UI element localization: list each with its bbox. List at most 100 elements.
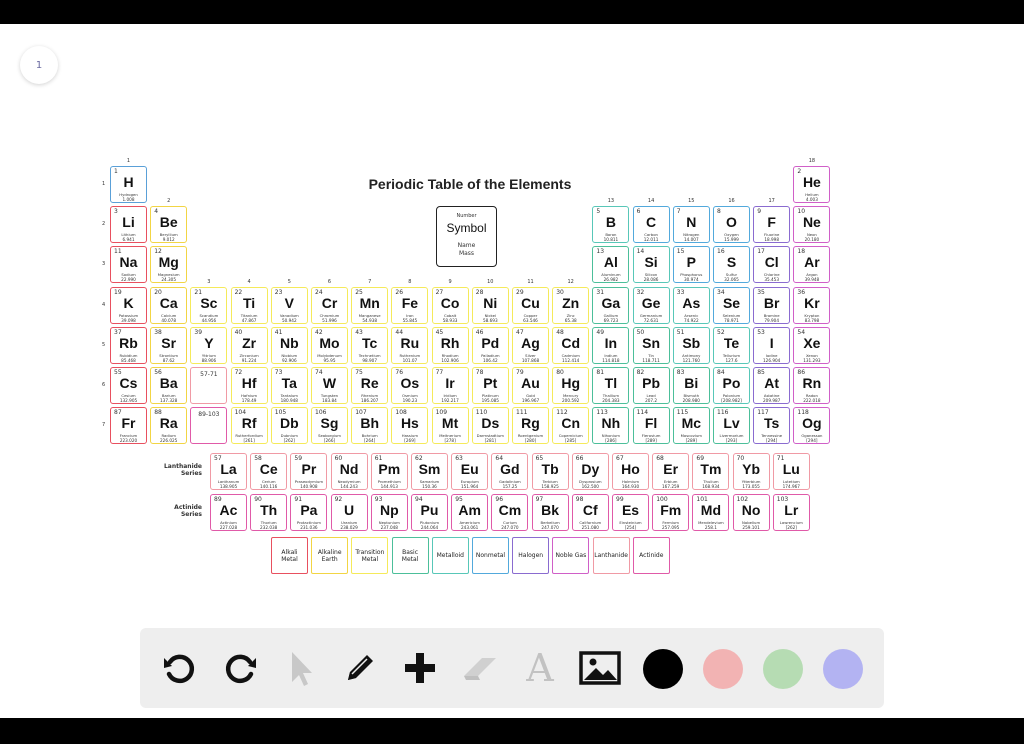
element-cell-ho[interactable]: 67 Ho Holmium 164.930 (612, 453, 649, 490)
element-cell-ag[interactable]: 47 Ag Silver 107.868 (512, 326, 549, 364)
element-cell-cm[interactable]: 96 Cm Curium 247.070 (491, 494, 529, 531)
element-cell-in[interactable]: 49 In Indium 114.818 (592, 326, 630, 364)
element-cell-sg[interactable]: 106 Sg Seaborgium [266] (311, 407, 348, 445)
element-cell-mt[interactable]: 109 Mt Meitnerium [278] (431, 407, 469, 445)
element-cell-es[interactable]: 99 Es Einsteinium [254] (612, 494, 649, 531)
element-cell-c[interactable]: 6 C Carbon 12.011 (632, 206, 670, 244)
element-cell-ca[interactable]: 20 Ca Calcium 40.078 (150, 286, 188, 324)
element-cell-yb[interactable]: 70 Yb Ytterbium 173.055 (732, 453, 770, 490)
element-cell-ne[interactable]: 10 Ne Neon 20.180 (793, 206, 831, 244)
element-cell-th[interactable]: 90 Th Thorium 232.038 (250, 494, 288, 531)
select-button[interactable] (276, 644, 324, 692)
element-cell-v[interactable]: 23 V Vanadium 50.942 (270, 286, 308, 324)
element-cell-ce[interactable]: 58 Ce Cerium 140.116 (250, 453, 288, 490)
element-cell-h[interactable]: 1 H Hydrogen 1.008 (110, 166, 147, 203)
element-cell-hg[interactable]: 80 Hg Mercury 200.592 (552, 367, 590, 404)
element-cell-sm[interactable]: 62 Sm Samarium 150.36 (411, 453, 448, 490)
element-cell-db[interactable]: 105 Db Dubnium [262] (270, 407, 308, 445)
element-cell-ga[interactable]: 31 Ga Gallium 69.723 (592, 286, 630, 324)
element-cell-ba[interactable]: 56 Ba Barium 137.328 (150, 367, 188, 404)
element-cell-fe[interactable]: 26 Fe Iron 55.845 (391, 286, 429, 324)
element-cell-pr[interactable]: 59 Pr Praseodymium 140.908 (290, 453, 328, 490)
element-cell-rn[interactable]: 86 Rn Radon 222.018 (793, 367, 831, 404)
element-cell-ru[interactable]: 44 Ru Ruthenium 101.07 (391, 326, 429, 364)
element-cell-rg[interactable]: 111 Rg Roentgenium [280] (512, 407, 549, 445)
element-cell-og[interactable]: 118 Og Oganesson [294] (793, 407, 831, 445)
element-cell-sr[interactable]: 38 Sr Strontium 87.62 (150, 326, 188, 364)
element-cell-w[interactable]: 74 W Tungsten 183.84 (311, 367, 348, 404)
color-blue-swatch[interactable] (823, 649, 863, 689)
element-cell-sn[interactable]: 50 Sn Tin 118.711 (632, 326, 670, 364)
element-cell-si[interactable]: 14 Si Silicon 28.086 (632, 246, 670, 284)
element-cell-zr[interactable]: 40 Zr Zirconium 91.224 (230, 326, 268, 364)
element-cell-lr[interactable]: 103 Lr Lawrencium [262] (772, 494, 810, 531)
color-green-swatch[interactable] (763, 649, 803, 689)
element-cell-cn[interactable]: 112 Cn Copernicium [285] (552, 407, 590, 445)
element-cell-mn[interactable]: 25 Mn Manganese 54.938 (351, 286, 389, 324)
eraser-button[interactable] (456, 644, 504, 692)
element-cell-cr[interactable]: 24 Cr Chromium 51.996 (311, 286, 348, 324)
element-cell-ge[interactable]: 32 Ge Germanium 72.631 (632, 286, 670, 324)
element-cell-gd[interactable]: 64 Gd Gadolinium 157.25 (491, 453, 529, 490)
element-cell-i[interactable]: 53 I Iodine 126.904 (753, 326, 791, 364)
element-cell-kr[interactable]: 36 Kr Krypton 83.798 (793, 286, 831, 324)
element-cell-s[interactable]: 16 S Sulfur 32.065 (713, 246, 750, 284)
element-cell-pd[interactable]: 46 Pd Palladium 106.42 (471, 326, 509, 364)
element-cell-mg[interactable]: 12 Mg Magnesium 24.305 (150, 246, 188, 284)
element-cell-fr[interactable]: 87 Fr Francium 223.020 (110, 407, 147, 445)
element-cell-be[interactable]: 4 Be Beryllium 9.012 (150, 206, 188, 244)
element-cell-ac[interactable]: 89 Ac Actinium 227.028 (210, 494, 247, 531)
element-cell-na[interactable]: 11 Na Sodium 22.990 (110, 246, 147, 284)
color-red-swatch[interactable] (703, 649, 743, 689)
element-cell-am[interactable]: 95 Am Americium 243.061 (451, 494, 489, 531)
element-cell-nd[interactable]: 60 Nd Neodymium 144.243 (330, 453, 368, 490)
element-cell-at[interactable]: 85 At Astatine 209.987 (753, 367, 791, 404)
element-cell-bk[interactable]: 97 Bk Berkelium 247.070 (531, 494, 569, 531)
element-cell-rb[interactable]: 37 Rb Rubidium 85.468 (110, 326, 147, 364)
color-black-swatch[interactable] (643, 649, 683, 689)
element-cell-pu[interactable]: 94 Pu Plutonium 244.064 (411, 494, 448, 531)
element-cell-mo[interactable]: 42 Mo Molybdenum 95.95 (311, 326, 348, 364)
element-cell-te[interactable]: 52 Te Tellurium 127.6 (713, 326, 750, 364)
element-cell-dy[interactable]: 66 Dy Dysprosium 162.500 (571, 453, 609, 490)
element-cell-as[interactable]: 33 As Arsenic 74.922 (672, 286, 710, 324)
element-cell-nh[interactable]: 113 Nh Nihonium [286] (592, 407, 630, 445)
add-button[interactable] (396, 644, 444, 692)
element-cell-ar[interactable]: 18 Ar Argon 39.948 (793, 246, 831, 284)
text-button[interactable]: A (516, 644, 564, 692)
element-cell-xe[interactable]: 54 Xe Xenon 131.293 (793, 326, 831, 364)
element-cell-cu[interactable]: 29 Cu Copper 63.546 (512, 286, 549, 324)
pen-button[interactable] (336, 644, 384, 692)
element-cell-sc[interactable]: 21 Sc Scandium 44.956 (190, 286, 228, 324)
element-cell-al[interactable]: 13 Al Aluminum 26.982 (592, 246, 630, 284)
element-cell-pt[interactable]: 78 Pt Platinum 195.085 (471, 367, 509, 404)
element-cell-tm[interactable]: 69 Tm Thulium 168.934 (692, 453, 730, 490)
element-cell-zn[interactable]: 30 Zn Zinc 65.38 (552, 286, 590, 324)
element-cell-cd[interactable]: 48 Cd Cadmium 112.414 (552, 326, 590, 364)
element-cell-os[interactable]: 76 Os Osmium 190.23 (391, 367, 429, 404)
element-cell-md[interactable]: 101 Md Mendelevium 258.1 (692, 494, 730, 531)
element-cell-lu[interactable]: 71 Lu Lutetium 174.967 (772, 453, 810, 490)
element-cell-eu[interactable]: 63 Eu Europium 151.964 (451, 453, 489, 490)
element-cell-bi[interactable]: 83 Bi Bismuth 208.980 (672, 367, 710, 404)
element-cell-no[interactable]: 102 No Nobelium 259.101 (732, 494, 770, 531)
element-cell-b[interactable]: 5 B Boron 10.811 (592, 206, 630, 244)
element-cell-k[interactable]: 19 K Potassium 39.098 (110, 286, 147, 324)
element-cell-f[interactable]: 9 F Fluorine 18.998 (753, 206, 791, 244)
element-cell-mc[interactable]: 115 Mc Moscovium [289] (672, 407, 710, 445)
element-cell-tc[interactable]: 43 Tc Technetium 98.907 (351, 326, 389, 364)
element-cell-fl[interactable]: 114 Fl Flerovium [289] (632, 407, 670, 445)
element-cell-u[interactable]: 92 U Uranium 238.029 (330, 494, 368, 531)
element-cell-ta[interactable]: 73 Ta Tantalum 180.948 (270, 367, 308, 404)
element-cell-o[interactable]: 8 O Oxygen 15.999 (713, 206, 750, 244)
element-cell-se[interactable]: 34 Se Selenium 78.971 (713, 286, 750, 324)
element-cell-he[interactable]: 2 He Helium 4.003 (793, 166, 831, 203)
element-cell-lv[interactable]: 116 Lv Livermorium [293] (713, 407, 750, 445)
image-button[interactable] (576, 644, 624, 692)
element-cell-ir[interactable]: 77 Ir Iridium 192.217 (431, 367, 469, 404)
element-cell-ti[interactable]: 22 Ti Titanium 47.867 (230, 286, 268, 324)
element-cell-co[interactable]: 27 Co Cobalt 58.933 (431, 286, 469, 324)
element-cell-nb[interactable]: 41 Nb Niobium 92.906 (270, 326, 308, 364)
element-cell-pb[interactable]: 82 Pb Lead 207.2 (632, 367, 670, 404)
element-cell-fm[interactable]: 100 Fm Fermium 257.095 (652, 494, 690, 531)
